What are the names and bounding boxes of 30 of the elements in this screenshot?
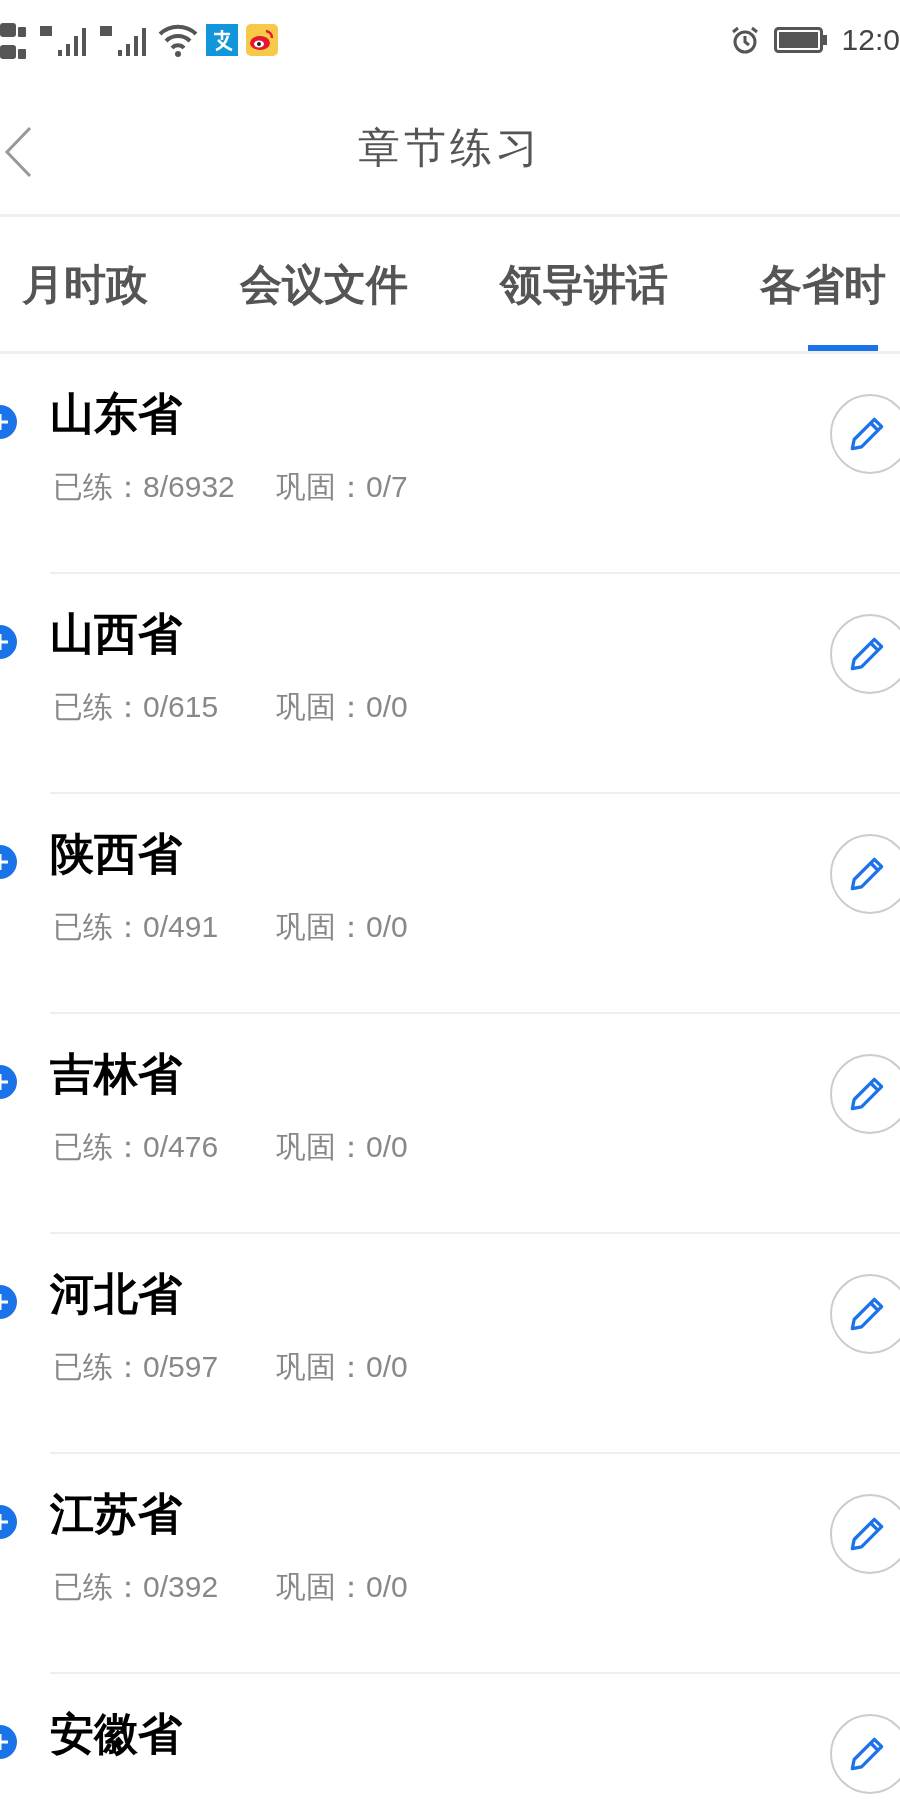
tab[interactable]: 月时政 <box>22 217 148 351</box>
tab[interactable]: 会议文件 <box>240 217 408 351</box>
practice-count: 已练：0/476 <box>53 1129 219 1165</box>
battery-icon <box>773 27 828 53</box>
item-title: 山西省 <box>50 612 182 656</box>
review-count: 巩固：0/0 <box>276 1349 408 1385</box>
clock-time: 12:0 <box>841 25 900 55</box>
tab[interactable]: 各省时 <box>760 217 900 351</box>
practice-count: 已练：0/597 <box>53 1349 219 1385</box>
item-title: 江苏省 <box>50 1492 182 1536</box>
practice-count: 已练：0/615 <box>53 689 219 725</box>
item-title: 吉林省 <box>50 1052 182 1096</box>
review-count: 巩固：0/7 <box>276 469 408 505</box>
review-count: 巩固：0/0 <box>276 909 408 945</box>
review-count: 巩固：0/0 <box>276 1129 408 1165</box>
wifi-icon <box>158 22 198 58</box>
practice-count: 已练：0/491 <box>53 909 219 945</box>
tab[interactable]: 领导讲话 <box>500 217 668 351</box>
item-title: 陕西省 <box>50 832 182 876</box>
review-count: 巩固：0/0 <box>276 689 408 725</box>
app-icon <box>246 24 278 56</box>
practice-count: 已练：0/392 <box>53 1569 219 1605</box>
item-title: 河北省 <box>50 1272 182 1316</box>
alarm-icon <box>729 25 760 55</box>
page-title: 章节练习 <box>358 122 542 173</box>
item-title: 安徽省 <box>50 1712 182 1756</box>
app-icon <box>206 24 238 56</box>
practice-count: 已练：8/6932 <box>53 469 235 505</box>
item-title: 山东省 <box>50 392 182 436</box>
review-count: 巩固：0/0 <box>276 1569 408 1605</box>
